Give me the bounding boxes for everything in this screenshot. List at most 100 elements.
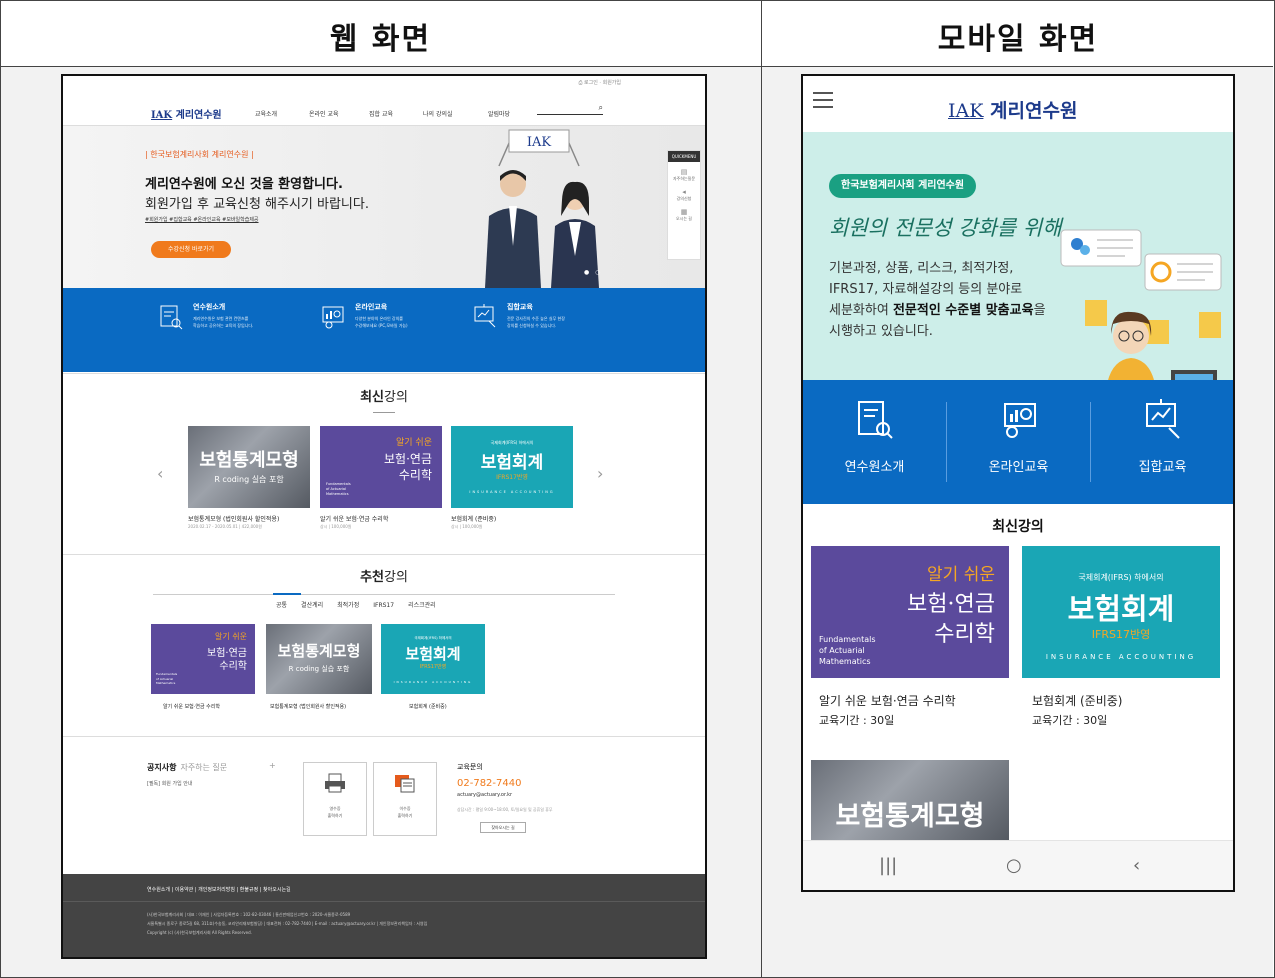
hero-sign-text: IAK — [527, 135, 552, 150]
hero-handwriting: 회원의 전문성 강화를 위해 — [829, 216, 1062, 240]
lecture-name[interactable]: 보험통계모형 (법인회원사 할인적용) — [188, 514, 279, 523]
hero-pagination-dots[interactable]: ● ○ — [584, 269, 602, 276]
notice-item[interactable]: [필독] 회원 가입 안내 — [147, 780, 192, 787]
lecture-card-stats-model[interactable]: 보험통계모형 R coding 실습 포함 — [188, 426, 310, 508]
menu-item-notice[interactable]: 알림마당 — [488, 109, 510, 118]
recommend-card-stats-model[interactable]: 보험통계모형 R coding 실습 포함 — [266, 624, 372, 694]
lecture-card-insurance-accounting[interactable]: 국제회계(IFRS) 하에서의 보험회계 IFRS17반영 INSURANCE … — [451, 426, 573, 508]
recommend-card-insurance-accounting[interactable]: 국제회계(IFRS) 하에서의 보험회계 IFRS17반영 INSURANCE … — [381, 624, 485, 694]
receipt-print-box[interactable]: 영수증 출력하기 — [303, 762, 367, 836]
lecture-name[interactable]: 보험회계 (준비중) — [1032, 692, 1122, 709]
feature-strip: 연수원소개 계리연수원은 보험 관련 컨텐츠를 학습하고 공유하는 교육의 장입니… — [63, 288, 705, 372]
hero-banner: | 한국보험계리사회 계리연수원 | 계리연수원에 오신 것을 환영합니다. 회… — [63, 126, 705, 288]
quickmenu-apply[interactable]: ◂ 강의신청 — [668, 188, 700, 202]
certificate-icon — [395, 775, 415, 793]
monitor-chart-icon — [322, 306, 344, 329]
lecture-meta: 상시 | 100,000원 — [320, 524, 352, 529]
android-navigation-bar: ||| ○ ‹ — [803, 840, 1233, 890]
carousel-prev-arrow[interactable]: ‹ — [157, 464, 163, 483]
tab-baseline — [153, 594, 615, 595]
mobile-hero-banner: 한국보험계리사회 계리연수원 회원의 전문성 강화를 위해 기본과정, 상품, … — [803, 132, 1233, 434]
hero-headline: 계리연수원에 오신 것을 환영합니다. — [145, 177, 343, 192]
menu-item-online[interactable]: 온라인 교육 — [309, 109, 339, 118]
contact-email[interactable]: actuary@actuary.or.kr — [457, 792, 512, 798]
chat-icon: ▤ — [680, 168, 688, 176]
title-underline — [373, 412, 395, 413]
clipboard-search-icon — [858, 401, 893, 439]
menu-item-group[interactable]: 집합 교육 — [369, 109, 393, 118]
certificate-print-box[interactable]: 이수증 출력하기 — [373, 762, 437, 836]
login-join-links[interactable]: ⎙ 로그인 · 회원가입 — [578, 79, 621, 86]
back-icon[interactable]: ‹ — [1133, 855, 1140, 876]
quickmenu-title: QUICKMENU — [668, 151, 700, 162]
search-input[interactable]: ⌕ — [537, 103, 603, 115]
mobile-header: IAK 계리연수원 — [803, 76, 1233, 132]
lecture-period: 교육기간 : 30일 — [819, 714, 895, 727]
lecture-card-insurance-accounting[interactable]: 국제회계(IFRS) 하에서의 보험회계 IFRS17반영 INSURANCE … — [1022, 546, 1220, 678]
latest-lectures-title: 최신강의 — [360, 390, 408, 405]
lecture-name[interactable]: 알기 쉬운 보험·연금 수리학 — [819, 692, 956, 709]
hero-description: 기본과정, 상품, 리스크, 최적가정, IFRS17, 자료해설강의 등의 분… — [829, 261, 1046, 339]
tab-faq[interactable]: 자주하는 질문 — [180, 763, 227, 772]
footer-divider — [63, 901, 705, 902]
section-divider — [63, 736, 705, 737]
contact-phone[interactable]: 02-782-7440 — [457, 778, 521, 789]
feature-online[interactable]: 온라인교육 — [947, 380, 1090, 504]
document-icon: ▦ — [680, 208, 688, 216]
hamburger-menu-icon[interactable] — [813, 92, 833, 113]
quickmenu-directions[interactable]: ▦ 오시는 길 — [668, 208, 700, 222]
lecture-name[interactable]: 알기 쉬운 보험·연금 수리학 — [320, 514, 388, 523]
lecture-card-actuarial-math[interactable]: 알기 쉬운 보험·연금 수리학 Fundamentals of Actuarial… — [811, 546, 1009, 678]
lecture-meta: 상시 | 100,000원 — [451, 524, 483, 529]
section-divider — [63, 373, 705, 374]
latest-lectures-title: 최신강의 — [992, 519, 1044, 535]
recommend-name[interactable]: 보험회계 (준비중) — [409, 703, 447, 710]
lecture-card-stats-model[interactable]: 보험통계모형 — [811, 760, 1009, 840]
recommend-card-actuarial-math[interactable]: 알기 쉬운 보험·연금 수리학 Fundamentals of Actuarial… — [151, 624, 255, 694]
column-divider — [761, 0, 762, 978]
footer-copyright: Copyright (c) (사)한국보험계리사회 All Rights Res… — [147, 930, 252, 935]
lecture-period: 교육기간 : 30일 — [1032, 714, 1108, 727]
directions-button[interactable]: 찾아오시는 길 — [480, 822, 526, 833]
recent-apps-icon[interactable]: ||| — [879, 855, 897, 876]
section-divider — [63, 554, 705, 555]
feature-intro[interactable]: 연수원소개 — [803, 380, 946, 504]
quickmenu-faq[interactable]: ▤ 자주하는질문 — [668, 168, 700, 182]
site-logo[interactable]: IAK 계리연수원 — [948, 96, 1077, 123]
tab-assumption[interactable]: 최적가정 — [337, 602, 359, 609]
feature-group[interactable]: 집합교육 — [1091, 380, 1233, 504]
top-navigation: IAK 계리연수원 교육소개 온라인 교육 집합 교육 나의 강의실 알림마당 … — [63, 98, 705, 126]
apply-course-button[interactable]: 수강신청 바로가기 — [151, 241, 231, 258]
hero-hashtags[interactable]: #회원가입 #집합교육 #온라인교육 #모바일학습제공 — [145, 216, 259, 223]
tab-common[interactable]: 공통 — [276, 602, 287, 609]
active-tab-indicator — [273, 593, 301, 595]
site-logo[interactable]: IAK 계리연수원 — [151, 106, 222, 121]
quickmenu-panel: QUICKMENU ▤ 자주하는질문 ◂ 강의신청 ▦ 오시는 길 — [667, 150, 701, 260]
notice-more-plus-icon[interactable]: + — [269, 761, 276, 770]
notice-tabs: 공지사항 자주하는 질문 — [147, 762, 227, 773]
tab-ifrs17[interactable]: IFRS17 — [373, 602, 394, 609]
tab-closing[interactable]: 결산계리 — [301, 602, 323, 609]
footer-company-info: (사)한국보험계리사회 | 대표 : 이재인 | 사업자등록번호 : 102-8… — [147, 912, 351, 917]
recommend-name[interactable]: 보험통계모형 (법인회원사 할인적용) — [270, 703, 346, 710]
mobile-feature-strip: 연수원소개 온라인교육 집합교육 — [803, 380, 1233, 504]
mobile-screen: IAK 계리연수원 한국보험계리사회 계리연수원 회원의 전문성 강화를 위해 … — [801, 74, 1235, 892]
home-icon[interactable]: ○ — [1006, 855, 1022, 876]
hero-pill-label: 한국보험계리사회 계리연수원 — [829, 174, 977, 198]
tab-risk[interactable]: 리스크관리 — [408, 602, 436, 609]
menu-item-mylecture[interactable]: 나의 강의실 — [423, 109, 453, 118]
presentation-board-icon — [474, 304, 496, 328]
tab-notice[interactable]: 공지사항 — [147, 763, 176, 772]
carousel-next-arrow[interactable]: › — [597, 464, 603, 483]
speaker-icon: ◂ — [682, 188, 686, 196]
menu-item-intro[interactable]: 교육소개 — [255, 109, 277, 118]
lecture-name[interactable]: 보험회계 (준비중) — [451, 514, 496, 523]
contact-title: 교육문의 — [457, 763, 483, 771]
search-icon[interactable]: ⌕ — [599, 103, 603, 113]
hero-people-image: IAK — [485, 129, 599, 288]
footer-links[interactable]: 연수원소개 | 이용약관 | 개인정보처리방침 | 환불규정 | 찾아오시는길 — [147, 886, 291, 893]
lecture-card-actuarial-math[interactable]: 알기 쉬운 보험·연금 수리학 Fundamentals of Actuarial… — [320, 426, 442, 508]
clipboard-search-icon — [160, 305, 183, 330]
recommend-name[interactable]: 알기 쉬운 보험·연금 수리학 — [163, 703, 220, 710]
hero-headline-2: 회원가입 후 교육신청 해주시기 바랍니다. — [145, 197, 369, 212]
